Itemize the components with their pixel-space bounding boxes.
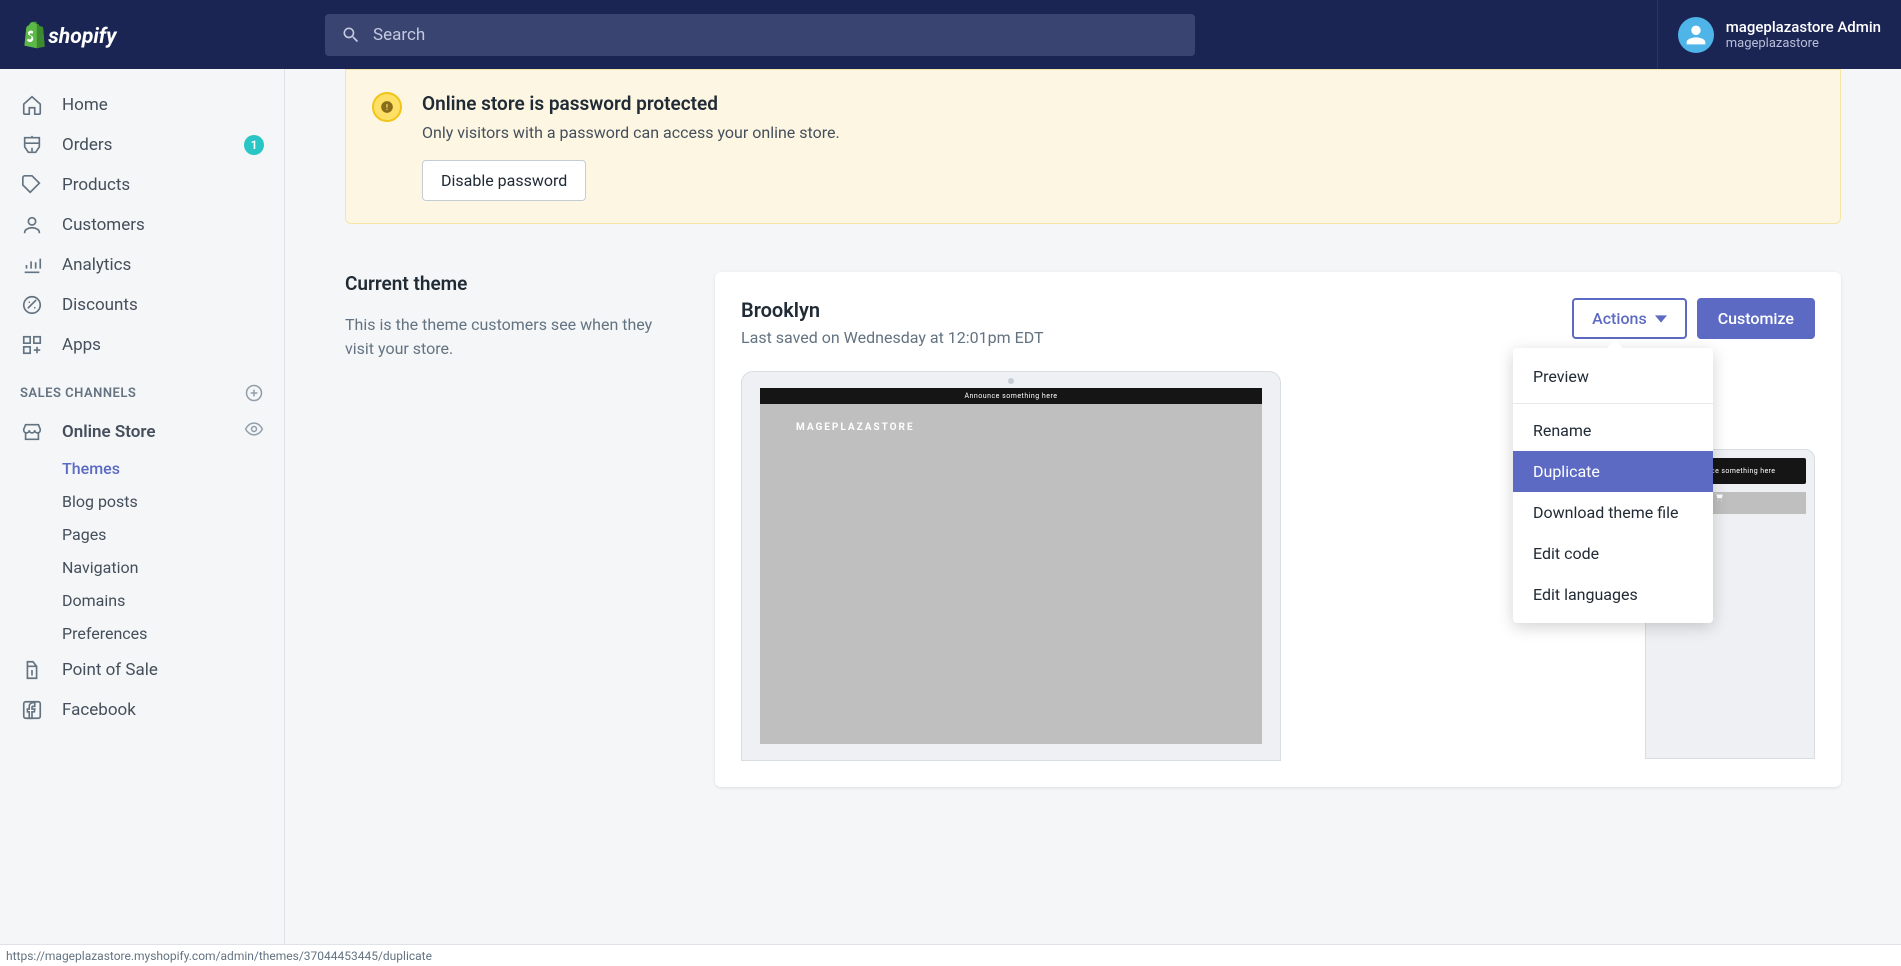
dropdown-download[interactable]: Download theme file: [1513, 492, 1713, 533]
nav-pos-label: Point of Sale: [62, 660, 264, 680]
theme-saved: Last saved on Wednesday at 12:01pm EDT: [741, 328, 1044, 347]
home-icon: [20, 93, 44, 117]
search-icon: [341, 25, 361, 45]
nav-facebook[interactable]: Facebook: [0, 690, 284, 730]
nav-discounts-label: Discounts: [62, 295, 264, 315]
analytics-icon: [20, 253, 44, 277]
nav-products[interactable]: Products: [0, 165, 284, 205]
preview-hero: MAGEPLAZASTORE: [760, 404, 1262, 744]
nav-online-store-label: Online Store: [62, 422, 226, 442]
user-text: mageplazastore Admin mageplazastore: [1726, 18, 1881, 51]
tag-icon: [20, 173, 44, 197]
banner-desc: Only visitors with a password can access…: [422, 123, 840, 142]
sidebar: Home Orders 1 Products Customers Analyti…: [0, 69, 285, 944]
actions-label: Actions: [1592, 309, 1647, 328]
dropdown-preview[interactable]: Preview: [1513, 356, 1713, 397]
dropdown-edit-code[interactable]: Edit code: [1513, 533, 1713, 574]
nav-analytics[interactable]: Analytics: [0, 245, 284, 285]
orders-icon: [20, 133, 44, 157]
warning-icon: [372, 92, 402, 122]
dropdown-rename[interactable]: Rename: [1513, 410, 1713, 451]
actions-button[interactable]: Actions: [1572, 298, 1687, 339]
search-box[interactable]: [325, 14, 1195, 56]
svg-text:shopify: shopify: [48, 23, 118, 48]
password-banner: Online store is password protected Only …: [345, 69, 1841, 224]
nav-pos[interactable]: Point of Sale: [0, 650, 284, 690]
store-icon: [20, 420, 44, 444]
banner-title: Online store is password protected: [422, 92, 840, 115]
section-title: Current theme: [345, 272, 685, 295]
sub-themes[interactable]: Themes: [0, 452, 284, 485]
nav-apps-label: Apps: [62, 335, 264, 355]
person-icon: [1682, 21, 1710, 49]
theme-header: Brooklyn Last saved on Wednesday at 12:0…: [741, 298, 1815, 347]
add-channel-icon[interactable]: [244, 383, 264, 403]
user-area[interactable]: mageplazastore Admin mageplazastore: [1657, 0, 1881, 69]
preview-brand: MAGEPLAZASTORE: [760, 404, 1262, 433]
theme-section-info: Current theme This is the theme customer…: [345, 272, 685, 787]
user-name: mageplazastore Admin: [1726, 18, 1881, 36]
facebook-icon: [20, 698, 44, 722]
avatar: [1678, 17, 1714, 53]
banner-content: Online store is password protected Only …: [422, 92, 840, 201]
nav-analytics-label: Analytics: [62, 255, 264, 275]
apps-icon: [20, 333, 44, 357]
nav-orders[interactable]: Orders 1: [0, 125, 284, 165]
user-store: mageplazastore: [1726, 36, 1881, 51]
nav-apps[interactable]: Apps: [0, 325, 284, 365]
topbar: shopify mageplazastore Admin mageplazast…: [0, 0, 1901, 69]
nav-orders-label: Orders: [62, 135, 226, 155]
section-header-label: SALES CHANNELS: [20, 386, 136, 401]
cart-icon: [1714, 492, 1724, 502]
preview-announcement: Announce something here: [760, 388, 1262, 404]
nav-home[interactable]: Home: [0, 85, 284, 125]
nav-facebook-label: Facebook: [62, 700, 264, 720]
theme-card: Brooklyn Last saved on Wednesday at 12:0…: [715, 272, 1841, 787]
pos-icon: [20, 658, 44, 682]
nav-customers[interactable]: Customers: [0, 205, 284, 245]
theme-actions: Actions Customize: [1572, 298, 1815, 339]
person-outline-icon: [20, 213, 44, 237]
main-content: Online store is password protected Only …: [285, 69, 1901, 944]
theme-info: Brooklyn Last saved on Wednesday at 12:0…: [741, 298, 1044, 347]
theme-name: Brooklyn: [741, 298, 1044, 322]
status-url: https://mageplazastore.myshopify.com/adm…: [6, 949, 432, 963]
view-store-icon[interactable]: [244, 419, 264, 444]
shopify-logo-icon: shopify: [20, 20, 126, 50]
caret-down-icon: [1655, 313, 1667, 325]
discount-icon: [20, 293, 44, 317]
logo-area[interactable]: shopify: [20, 20, 285, 50]
dropdown-divider: [1513, 403, 1713, 404]
section-desc: This is the theme customers see when the…: [345, 313, 685, 361]
nav-home-label: Home: [62, 95, 264, 115]
nav-discounts[interactable]: Discounts: [0, 285, 284, 325]
sub-domains[interactable]: Domains: [0, 584, 284, 617]
nav-products-label: Products: [62, 175, 264, 195]
orders-badge: 1: [244, 135, 264, 155]
search-input[interactable]: [373, 25, 1179, 45]
actions-dropdown: Preview Rename Duplicate Download theme …: [1513, 348, 1713, 623]
sub-blog-posts[interactable]: Blog posts: [0, 485, 284, 518]
preview-camera-dot: [1008, 378, 1014, 384]
nav-customers-label: Customers: [62, 215, 264, 235]
sub-preferences[interactable]: Preferences: [0, 617, 284, 650]
sub-navigation[interactable]: Navigation: [0, 551, 284, 584]
sales-channels-header: SALES CHANNELS: [0, 365, 284, 411]
search-area: [285, 14, 1657, 56]
nav-online-store[interactable]: Online Store: [0, 411, 284, 452]
preview-desktop: Announce something here MAGEPLAZASTORE: [741, 371, 1281, 761]
dropdown-edit-languages[interactable]: Edit languages: [1513, 574, 1713, 615]
disable-password-button[interactable]: Disable password: [422, 160, 586, 201]
theme-section: Current theme This is the theme customer…: [345, 272, 1841, 787]
dropdown-duplicate[interactable]: Duplicate: [1513, 451, 1713, 492]
status-bar: https://mageplazastore.myshopify.com/adm…: [0, 944, 1901, 966]
customize-button[interactable]: Customize: [1697, 298, 1815, 339]
sub-pages[interactable]: Pages: [0, 518, 284, 551]
